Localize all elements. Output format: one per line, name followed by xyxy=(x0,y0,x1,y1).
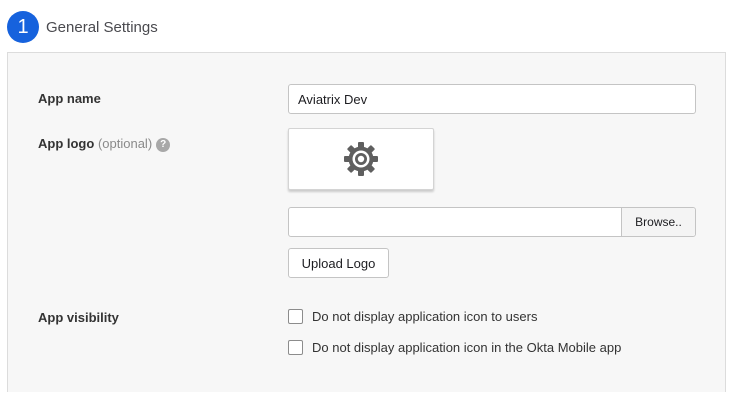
app-name-input[interactable] xyxy=(288,84,696,114)
hide-from-users-checkbox[interactable] xyxy=(288,309,303,324)
hide-in-mobile-checkbox[interactable] xyxy=(288,340,303,355)
app-logo-label-text: App logo xyxy=(38,136,95,151)
upload-logo-button[interactable]: Upload Logo xyxy=(288,248,389,278)
hide-in-mobile-label[interactable]: Do not display application icon in the O… xyxy=(312,340,621,355)
app-visibility-label: App visibility xyxy=(38,310,119,325)
gear-icon xyxy=(344,142,378,176)
visibility-option-hide-in-mobile[interactable]: Do not display application icon in the O… xyxy=(288,340,621,355)
question-mark-icon[interactable]: ? xyxy=(156,138,171,152)
general-settings-page: 1 General Settings App name App logo (op… xyxy=(0,0,729,394)
step-title: General Settings xyxy=(46,18,158,36)
hide-from-users-label[interactable]: Do not display application icon to users xyxy=(312,309,537,324)
logo-file-path-input[interactable] xyxy=(289,208,621,236)
app-logo-label: App logo (optional)? xyxy=(38,136,171,152)
settings-panel: App name App logo (optional)? xyxy=(7,52,726,392)
browse-button[interactable]: Browse.. xyxy=(621,208,695,236)
logo-file-picker: Browse.. xyxy=(288,207,696,237)
logo-preview xyxy=(288,128,434,190)
optional-hint: (optional) xyxy=(97,136,153,151)
step-header: 1 General Settings xyxy=(7,11,158,43)
visibility-option-hide-from-users[interactable]: Do not display application icon to users xyxy=(288,309,537,324)
app-name-label: App name xyxy=(38,91,101,106)
step-number-badge: 1 xyxy=(7,11,39,43)
